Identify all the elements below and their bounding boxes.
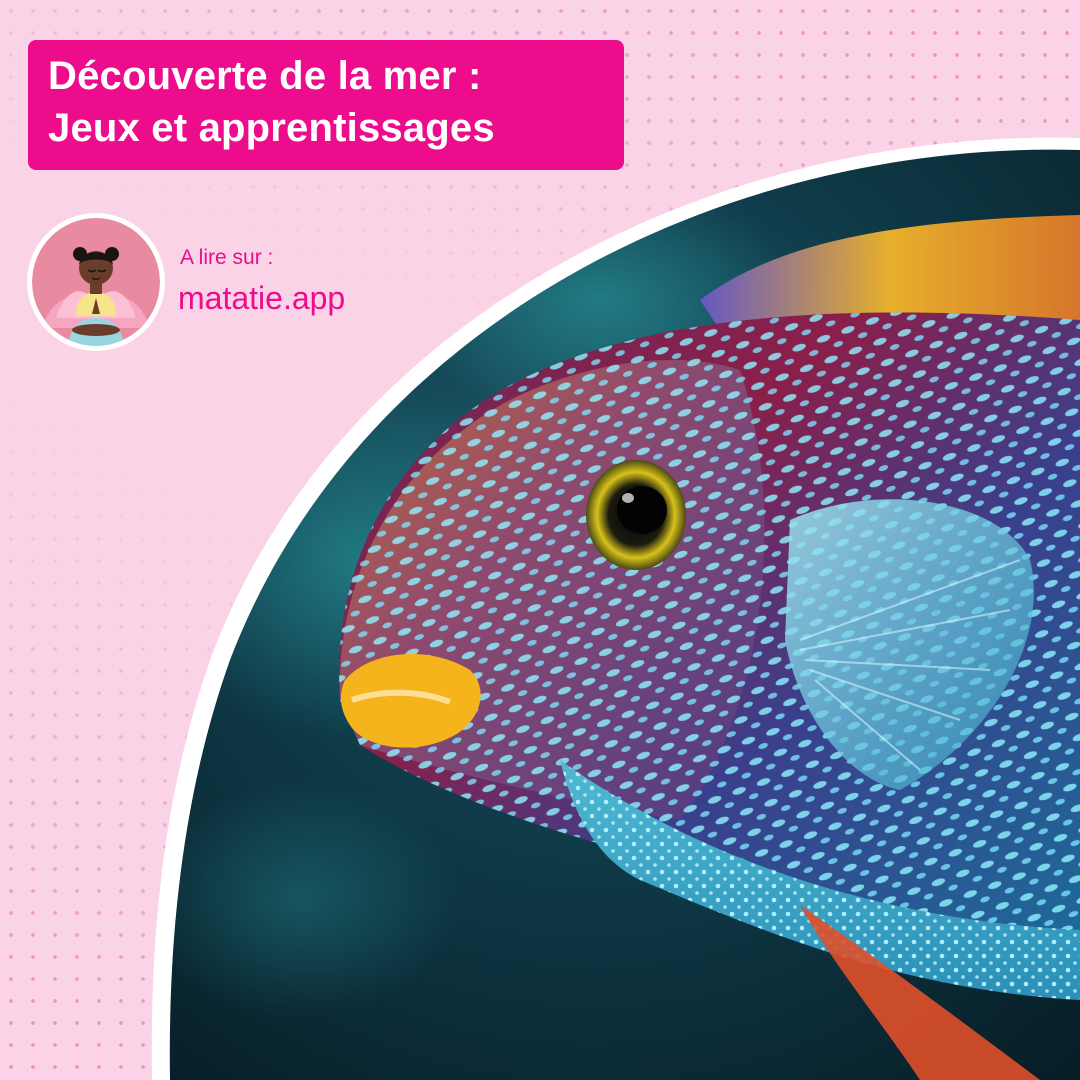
title-line-2: Jeux et apprentissages bbox=[48, 106, 495, 150]
avatar bbox=[27, 213, 165, 351]
site-link[interactable]: matatie.app bbox=[178, 280, 345, 317]
read-on-label: A lire sur : bbox=[180, 246, 274, 269]
title-line-1: Découverte de la mer : bbox=[48, 54, 482, 98]
title-banner: Découverte de la mer : Jeux et apprentis… bbox=[28, 40, 624, 170]
meditating-child-avatar-icon bbox=[32, 218, 160, 346]
